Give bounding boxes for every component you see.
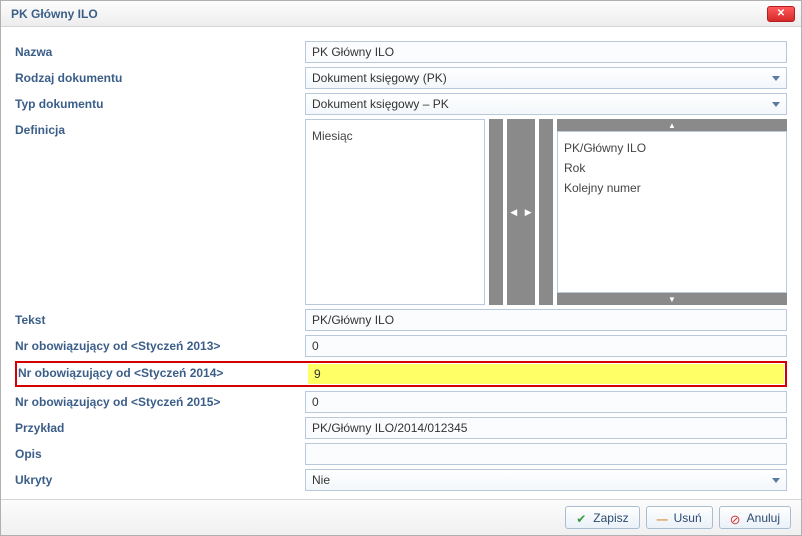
splitter-left[interactable]: [489, 119, 503, 305]
definicja-left-list[interactable]: Miesiąc: [305, 119, 485, 305]
label-nazwa: Nazwa: [15, 41, 305, 59]
chevron-down-icon: [772, 478, 780, 483]
chevron-down-icon: [772, 76, 780, 81]
label-ukryty: Ukryty: [15, 469, 305, 487]
list-item[interactable]: PK/Główny ILO: [564, 138, 780, 158]
label-tekst: Tekst: [15, 309, 305, 327]
chevron-down-icon: [772, 102, 780, 107]
list-item[interactable]: Rok: [564, 158, 780, 178]
move-left-button[interactable]: ◀: [507, 192, 521, 232]
definicja-area: Miesiąc ◀ ▶ ▲ PK/Główny ILO Rok: [305, 119, 787, 305]
close-button[interactable]: ✕: [767, 6, 795, 22]
ukryty-select[interactable]: Nie: [305, 469, 787, 491]
label-typ: Typ dokumentu: [15, 93, 305, 111]
typ-value: Dokument księgowy – PK: [312, 97, 449, 111]
move-buttons: ◀ ▶: [507, 119, 535, 305]
przyklad-value: PK/Główny ILO/2014/012345: [305, 417, 787, 439]
anuluj-button[interactable]: Anuluj: [719, 506, 791, 529]
minus-icon: [657, 512, 669, 524]
cancel-icon: [730, 512, 742, 524]
opis-input[interactable]: [305, 443, 787, 465]
list-item[interactable]: Kolejny numer: [564, 178, 780, 198]
label-przyklad: Przykład: [15, 417, 305, 435]
move-right-button[interactable]: ▶: [522, 192, 536, 232]
label-rodzaj: Rodzaj dokumentu: [15, 67, 305, 85]
usun-label: Usuń: [674, 511, 702, 525]
splitter-right[interactable]: [539, 119, 553, 305]
usun-button[interactable]: Usuń: [646, 506, 713, 529]
zapisz-label: Zapisz: [593, 511, 628, 525]
typ-select[interactable]: Dokument księgowy – PK: [305, 93, 787, 115]
form-content: Nazwa Rodzaj dokumentu Dokument księgowy…: [1, 27, 801, 505]
nr2015-input[interactable]: [305, 391, 787, 413]
tekst-input[interactable]: [305, 309, 787, 331]
window-title: PK Główny ILO: [11, 7, 767, 21]
label-nr2015: Nr obowiązujący od <Styczeń 2015>: [15, 391, 305, 409]
rodzaj-value: Dokument księgowy (PK): [312, 71, 447, 85]
move-up-button[interactable]: ▲: [557, 119, 787, 131]
list-item[interactable]: Miesiąc: [312, 126, 478, 146]
nr2014-input[interactable]: [308, 364, 784, 384]
label-nr2014: Nr obowiązujący od <Styczeń 2014>: [18, 364, 308, 380]
check-icon: [576, 512, 588, 524]
move-down-button[interactable]: ▼: [557, 293, 787, 305]
titlebar: PK Główny ILO ✕: [1, 1, 801, 27]
label-nr2013: Nr obowiązujący od <Styczeń 2013>: [15, 335, 305, 353]
label-opis: Opis: [15, 443, 305, 461]
footer: Zapisz Usuń Anuluj: [1, 499, 801, 535]
zapisz-button[interactable]: Zapisz: [565, 506, 639, 529]
nazwa-input[interactable]: [305, 41, 787, 63]
definicja-right-list[interactable]: PK/Główny ILO Rok Kolejny numer: [557, 131, 787, 293]
nr2013-input[interactable]: [305, 335, 787, 357]
ukryty-value: Nie: [312, 473, 330, 487]
label-definicja: Definicja: [15, 119, 305, 137]
anuluj-label: Anuluj: [747, 511, 780, 525]
highlighted-row: Nr obowiązujący od <Styczeń 2014>: [15, 361, 787, 387]
rodzaj-select[interactable]: Dokument księgowy (PK): [305, 67, 787, 89]
